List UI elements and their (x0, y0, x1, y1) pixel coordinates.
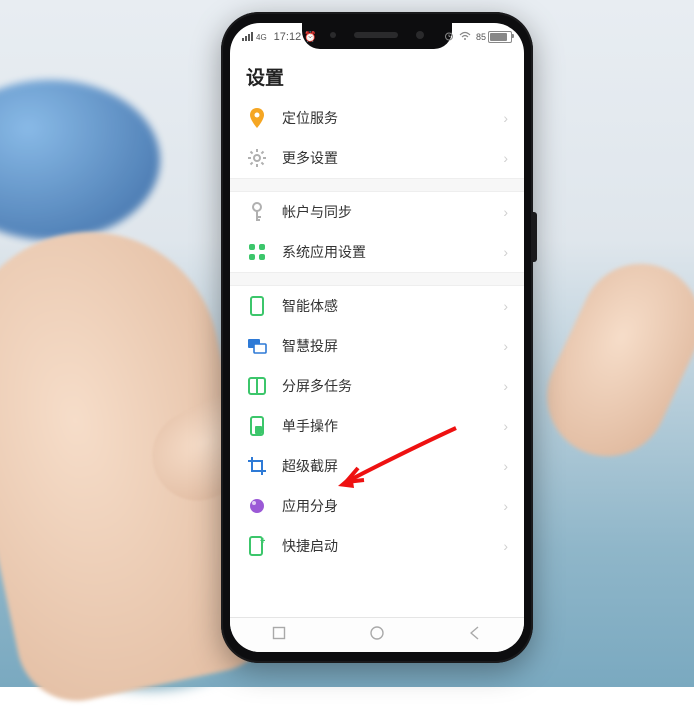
nav-recents[interactable] (271, 625, 287, 646)
status-bar: 4G 17:12 ⏰ 85 (230, 27, 524, 47)
settings-row-location[interactable]: 定位服务› (230, 98, 524, 138)
settings-row-more[interactable]: 更多设置› (230, 138, 524, 178)
battery-pct: 85 (476, 32, 486, 42)
settings-row-sysapps[interactable]: 系统应用设置› (230, 232, 524, 272)
chevron-right-icon: › (503, 538, 508, 554)
svg-text:+: + (260, 536, 265, 547)
power-button (533, 212, 537, 262)
settings-row-label: 帐户与同步 (282, 202, 503, 222)
chevron-right-icon: › (503, 204, 508, 220)
battery-indicator: 85 (476, 31, 512, 43)
nav-home[interactable] (369, 625, 385, 646)
settings-row-account[interactable]: 帐户与同步› (230, 192, 524, 232)
chevron-right-icon: › (503, 110, 508, 126)
settings-row-cast[interactable]: 智慧投屏› (230, 326, 524, 366)
signal-icon (242, 31, 253, 44)
chevron-right-icon: › (503, 244, 508, 260)
nav-back[interactable] (467, 625, 483, 646)
settings-row-onehand[interactable]: 单手操作› (230, 406, 524, 446)
chevron-right-icon: › (503, 298, 508, 314)
settings-row-label: 超级截屏 (282, 456, 503, 476)
settings-row-motion[interactable]: 智能体感› (230, 286, 524, 326)
chevron-right-icon: › (503, 458, 508, 474)
chevron-right-icon: › (503, 338, 508, 354)
wifi-icon (459, 31, 471, 44)
settings-row-quick[interactable]: + 快捷启动› (230, 526, 524, 566)
cast-icon (246, 335, 268, 357)
launch-icon: + (246, 535, 268, 557)
network-label: 4G (256, 33, 267, 42)
settings-row-label: 单手操作 (282, 416, 503, 436)
settings-row-label: 智能体感 (282, 296, 503, 316)
phone-frame: 4G 17:12 ⏰ 85 设置 定位服务›更多设置›帐户与同步›系统应用设置›… (221, 12, 533, 663)
crop-icon (246, 455, 268, 477)
key-icon (246, 201, 268, 223)
settings-row-label: 应用分身 (282, 496, 503, 516)
settings-row-split[interactable]: 分屏多任务› (230, 366, 524, 406)
section-separator (230, 178, 524, 192)
settings-row-label: 快捷启动 (282, 536, 503, 556)
circle-icon (246, 495, 268, 517)
location-icon (246, 107, 268, 129)
page-title: 设置 (230, 51, 524, 98)
chevron-right-icon: › (503, 418, 508, 434)
phone-icon (246, 295, 268, 317)
finger-right (527, 244, 694, 476)
settings-row-label: 定位服务 (282, 108, 503, 128)
bg-object (0, 80, 160, 240)
alarm-icon: ⏰ (304, 32, 316, 43)
grid-icon (246, 241, 268, 263)
section-separator (230, 272, 524, 286)
chevron-right-icon: › (503, 498, 508, 514)
onehand-icon (246, 415, 268, 437)
phone-screen: 4G 17:12 ⏰ 85 设置 定位服务›更多设置›帐户与同步›系统应用设置›… (230, 23, 524, 652)
settings-scroll[interactable]: 设置 定位服务›更多设置›帐户与同步›系统应用设置›智能体感›智慧投屏›分屏多任… (230, 51, 524, 618)
split-icon (246, 375, 268, 397)
gear-icon (246, 147, 268, 169)
alarm-icon (444, 31, 454, 44)
settings-row-label: 更多设置 (282, 148, 503, 168)
settings-row-label: 系统应用设置 (282, 242, 503, 262)
settings-row-label: 智慧投屏 (282, 336, 503, 356)
chevron-right-icon: › (503, 378, 508, 394)
settings-row-sshot[interactable]: 超级截屏› (230, 446, 524, 486)
settings-row-appclone[interactable]: 应用分身› (230, 486, 524, 526)
status-time: 17:12 (274, 31, 302, 43)
chevron-right-icon: › (503, 150, 508, 166)
settings-row-label: 分屏多任务 (282, 376, 503, 396)
android-nav-bar (230, 617, 524, 652)
